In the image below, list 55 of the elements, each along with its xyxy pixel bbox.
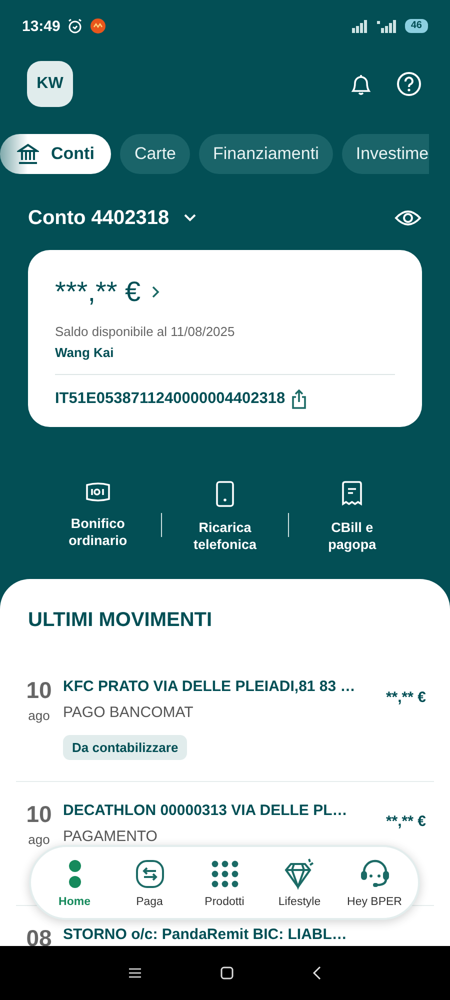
- date-day: 08: [26, 926, 52, 946]
- date-month: ago: [28, 832, 50, 847]
- dots-icon: [66, 858, 82, 888]
- help-icon[interactable]: [396, 71, 422, 97]
- chevron-down-icon[interactable]: [183, 213, 198, 223]
- account-holder: Wang Kai: [55, 345, 115, 360]
- grid-icon: [210, 860, 238, 888]
- nav-item[interactable]: Home: [37, 858, 112, 908]
- tab[interactable]: Investime: [342, 134, 429, 174]
- smartphone-icon: [215, 481, 235, 507]
- share-icon[interactable]: [291, 389, 308, 409]
- nav-item[interactable]: Lifestyle: [262, 858, 337, 908]
- battery-indicator: 46: [404, 19, 428, 33]
- swap-arrows-icon: [134, 858, 164, 888]
- signal-icon: [376, 19, 398, 33]
- balance-amount: ***,** €: [55, 276, 141, 308]
- menu-icon[interactable]: [128, 967, 142, 979]
- banknote-icon: [84, 481, 111, 503]
- tab[interactable]: Conti: [0, 134, 112, 174]
- home-square-icon[interactable]: [220, 966, 234, 980]
- transaction-description[interactable]: KFC PRATO VIA DELLE PLEIADI,81 83 …: [63, 678, 377, 695]
- app-notification-icon: [90, 18, 106, 34]
- date-day: 10: [26, 678, 52, 702]
- back-icon[interactable]: [312, 965, 322, 981]
- tab[interactable]: Finanziamenti: [199, 134, 333, 174]
- transaction-type: PAGAMENTO: [63, 828, 158, 845]
- balance-caption: Saldo disponibile al 11/08/2025: [55, 324, 236, 339]
- receipt-icon: [341, 481, 364, 507]
- account-title: Conto 4402318: [28, 206, 170, 230]
- date-month: ago: [28, 708, 50, 723]
- chevron-right-icon[interactable]: [150, 285, 160, 299]
- transaction-amount: **,** €: [386, 813, 426, 832]
- transaction-description[interactable]: DECATHLON 00000313 VIA DELLE PL…: [63, 802, 377, 819]
- avatar[interactable]: KW: [27, 61, 73, 107]
- date-day: 10: [26, 802, 52, 826]
- signal-icon: [350, 19, 369, 33]
- quick-action[interactable]: Ricarica telefonica: [162, 481, 288, 553]
- diamond-icon: [282, 858, 316, 890]
- section-title: ULTIMI MOVIMENTI: [27, 609, 214, 632]
- nav-item[interactable]: Hey BPER: [337, 858, 412, 908]
- tab[interactable]: Carte: [120, 134, 190, 174]
- nav-item[interactable]: Paga: [112, 858, 187, 908]
- status-time: 13:49: [22, 18, 60, 34]
- headset-icon: [358, 858, 390, 888]
- transaction-amount: **,** €: [386, 689, 426, 708]
- transaction-type: PAGO BANCOMAT: [63, 704, 194, 721]
- iban-text: IT51E0538711240000004402318: [55, 390, 286, 408]
- status-tag: Da contabilizzare: [63, 735, 188, 760]
- bank-icon: [17, 143, 39, 165]
- quick-action[interactable]: Bonifico ordinario: [35, 481, 161, 549]
- quick-action[interactable]: CBill e pagopa: [289, 481, 416, 553]
- transaction-description[interactable]: STORNO o/c: PandaRemit BIC: LIABL…: [63, 926, 426, 943]
- alarm-icon: [67, 18, 84, 34]
- eye-icon[interactable]: [394, 209, 422, 227]
- nav-item[interactable]: Prodotti: [187, 858, 262, 908]
